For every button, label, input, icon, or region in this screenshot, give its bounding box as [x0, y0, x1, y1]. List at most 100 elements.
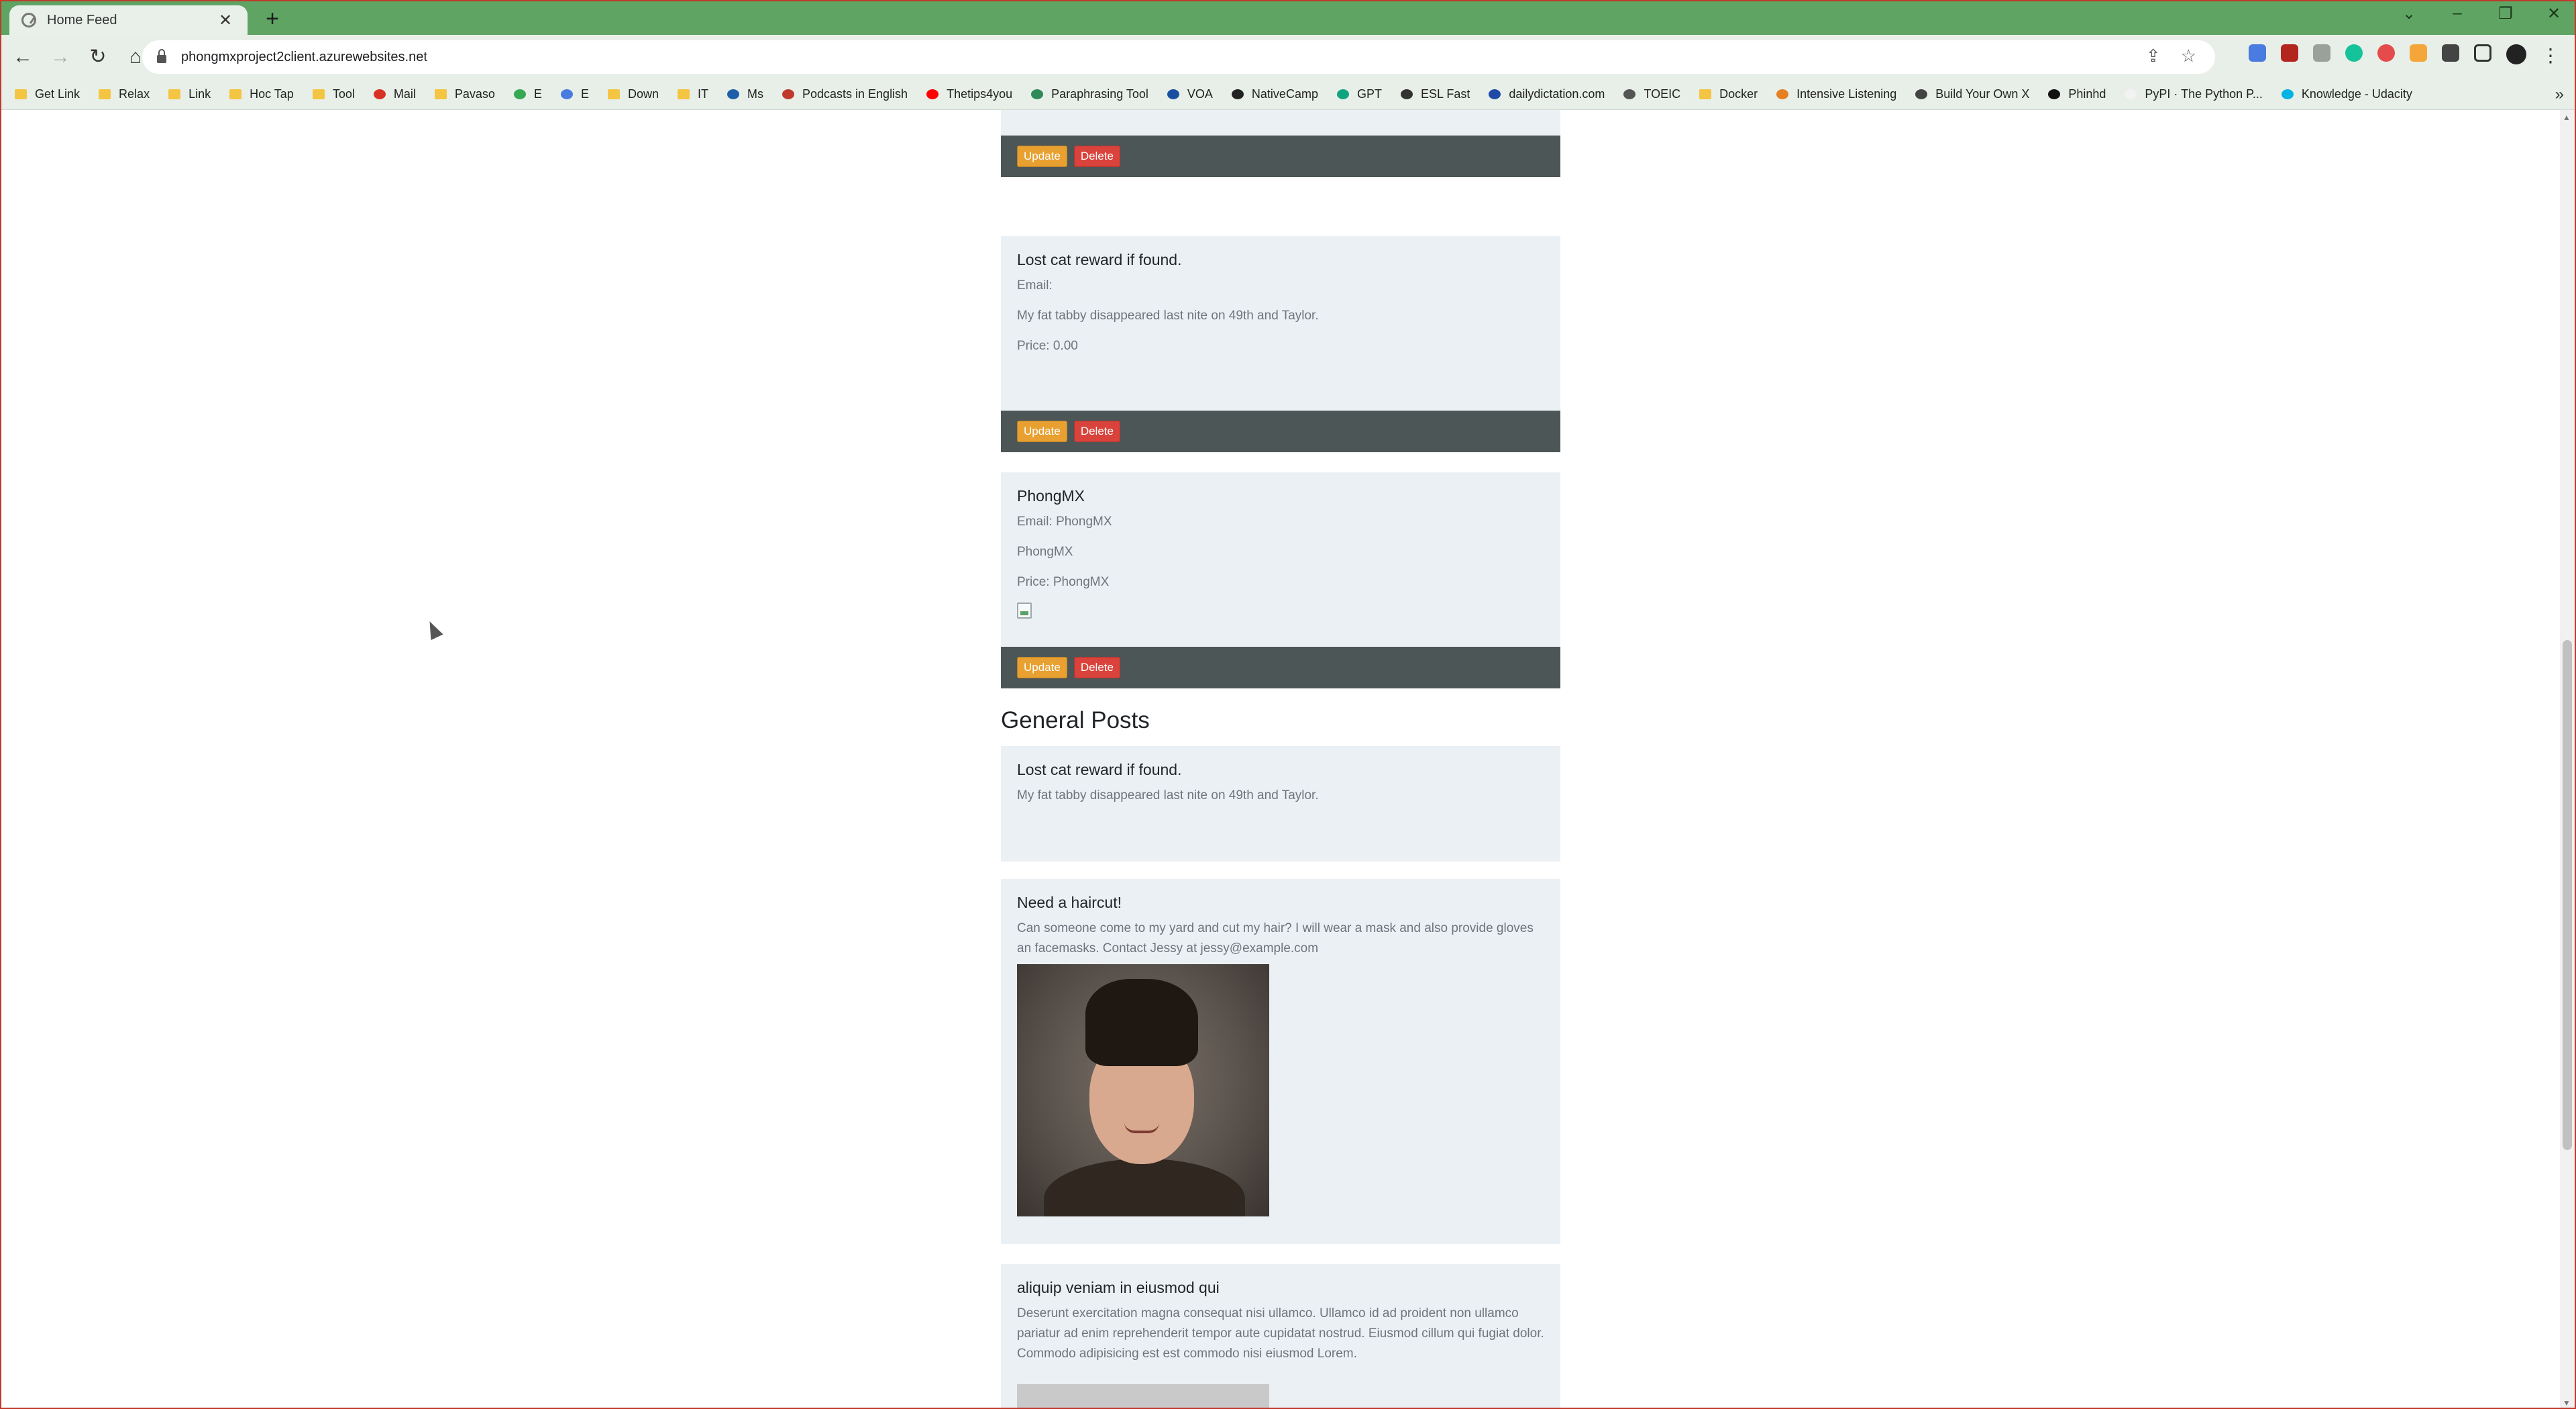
post-price: Price: 0.00 — [1017, 110, 1544, 115]
bookmark-item[interactable]: Docker — [1699, 87, 1758, 101]
bookmark-item[interactable]: Intensive Listening — [1776, 87, 1896, 101]
update-button[interactable]: Update — [1017, 421, 1067, 442]
bookmark-label: Intensive Listening — [1796, 87, 1897, 101]
bookmark-label: Down — [627, 87, 659, 101]
bookmark-item[interactable]: Phinhd — [2048, 87, 2106, 101]
forward-button[interactable]: → — [44, 41, 76, 73]
bookmark-item[interactable]: Thetips4you — [926, 87, 1012, 101]
bookmarks-overflow-icon[interactable]: » — [2555, 85, 2564, 104]
scroll-up-icon[interactable]: ▲ — [2563, 113, 2571, 122]
chevron-down-icon[interactable]: ⌄ — [2399, 4, 2419, 23]
scrollbar-thumb[interactable] — [2563, 640, 2572, 1150]
new-tab-button[interactable]: + — [259, 5, 286, 32]
bookmark-item[interactable]: Pavaso — [434, 87, 495, 101]
share-icon[interactable]: ⇪ — [2146, 46, 2161, 66]
bookmark-item[interactable]: Ms — [727, 87, 763, 101]
post-card-footer: Update Delete — [1001, 411, 1560, 452]
bookmark-item[interactable]: dailydictation.com — [1489, 87, 1605, 101]
delete-button[interactable]: Delete — [1073, 421, 1120, 442]
post-title: aliquip veniam in eiusmod qui — [1017, 1279, 1220, 1296]
tab-title: Home Feed — [47, 12, 117, 28]
sidebar-icon[interactable] — [2474, 44, 2491, 62]
globe-icon — [1400, 89, 1413, 99]
update-button[interactable]: Update — [1017, 657, 1067, 678]
bookmark-label: PyPI · The Python P... — [2145, 87, 2263, 101]
folder-icon — [99, 89, 111, 99]
bookmark-label: Tool — [332, 87, 355, 101]
tab-home-feed[interactable]: Home Feed ✕ — [9, 5, 248, 35]
ublock-extension-icon[interactable] — [2281, 44, 2298, 62]
extension-icon[interactable] — [2313, 44, 2330, 62]
avatar[interactable] — [2506, 44, 2526, 64]
bookmark-item[interactable]: E — [513, 87, 542, 101]
bookmark-label: TOEIC — [1644, 87, 1681, 101]
lock-icon[interactable] — [157, 49, 166, 63]
minimize-button[interactable]: – — [2447, 4, 2467, 23]
close-icon[interactable]: ✕ — [215, 11, 235, 30]
puzzle-icon[interactable] — [2442, 44, 2459, 62]
post-title: Need a haircut! — [1017, 894, 1122, 911]
window-close-button[interactable]: ✕ — [2544, 4, 2564, 23]
extension-icon[interactable] — [2410, 44, 2427, 62]
color-extension-icon[interactable] — [2377, 44, 2395, 62]
address-bar[interactable]: phongmxproject2client.azurewebsites.net … — [142, 40, 2215, 74]
bookmark-item[interactable]: NativeCamp — [1231, 87, 1318, 101]
post-card: Lost cat reward if found. Email: My fat … — [1001, 236, 1560, 452]
post-email: Email: — [1017, 278, 1053, 293]
menu-icon[interactable]: ⋮ — [2541, 44, 2560, 66]
cloud-icon — [560, 89, 573, 99]
page-scrollbar[interactable]: ▲ ▼ — [2560, 110, 2575, 1408]
bookmark-item[interactable]: Podcasts in English — [782, 87, 908, 101]
update-button[interactable]: Update — [1017, 146, 1067, 167]
translate-extension-icon[interactable] — [2249, 44, 2266, 62]
bookmark-item[interactable]: Link — [168, 87, 211, 101]
delete-button[interactable]: Delete — [1073, 657, 1120, 678]
bookmark-item[interactable]: Down — [607, 87, 659, 101]
bookmarks-bar: Get Link Relax Link Hoc Tap Tool Mail Pavaso E E… — [1, 79, 2575, 110]
post-body: Deserunt exercitation magna consequat ni… — [1017, 1306, 1544, 1361]
link-icon — [1623, 89, 1636, 99]
voa-icon — [1167, 89, 1179, 99]
ph-icon — [2048, 89, 2061, 99]
post-title: Lost cat reward if found. — [1017, 761, 1182, 778]
bookmark-item[interactable]: Get Link — [15, 87, 80, 101]
bookmark-item[interactable]: TOEIC — [1623, 87, 1680, 101]
bookmark-item[interactable]: VOA — [1167, 87, 1213, 101]
post-title: PhongMX — [1017, 487, 1085, 505]
bookmark-item[interactable]: Paraphrasing Tool — [1031, 87, 1148, 101]
ms-icon — [727, 89, 739, 99]
back-button[interactable]: ← — [7, 41, 39, 73]
bookmark-label: E — [533, 87, 542, 101]
bookmark-item[interactable]: Tool — [312, 87, 355, 101]
folder-icon — [677, 89, 690, 99]
browser-toolbar: ← → ↻ ⌂ phongmxproject2client.azurewebsi… — [1, 35, 2575, 79]
bookmark-item[interactable]: GPT — [1336, 87, 1382, 101]
url-text: phongmxproject2client.azurewebsites.net — [181, 49, 427, 64]
folder-icon — [168, 89, 181, 99]
grammarly-extension-icon[interactable] — [2345, 44, 2363, 62]
bookmark-item[interactable]: PyPI · The Python P... — [2125, 87, 2263, 101]
delete-button[interactable]: Delete — [1073, 146, 1120, 167]
general-post-card: Lost cat reward if found. My fat tabby d… — [1001, 746, 1560, 862]
bookmark-label: Ms — [747, 87, 763, 101]
reload-button[interactable]: ↻ — [82, 41, 114, 73]
bookmark-item[interactable]: Mail — [373, 87, 416, 101]
quill-icon — [1031, 89, 1044, 99]
bookmark-item[interactable]: Hoc Tap — [229, 87, 294, 101]
bookmark-item[interactable]: IT — [677, 87, 708, 101]
bookmark-item[interactable]: Build Your Own X — [1915, 87, 2029, 101]
bookmark-label: Hoc Tap — [250, 87, 294, 101]
restore-button[interactable]: ❐ — [2496, 4, 2516, 23]
general-post-card: aliquip veniam in eiusmod qui Deserunt e… — [1001, 1264, 1560, 1408]
post-body: My fat tabby disappeared last nite on 49… — [1017, 788, 1319, 802]
post-price: Price: PhongMX — [1017, 575, 1110, 589]
star-icon[interactable]: ☆ — [2181, 46, 2196, 66]
post-image — [1017, 964, 1269, 1216]
bookmark-item[interactable]: ESL Fast — [1400, 87, 1470, 101]
post-body: PhongMX — [1017, 545, 1073, 559]
bookmark-item[interactable]: Knowledge - Udacity — [2281, 87, 2412, 101]
scroll-down-icon[interactable]: ▼ — [2563, 1398, 2571, 1408]
extensions-area: ⋮ — [2249, 44, 2560, 66]
bookmark-item[interactable]: Relax — [99, 87, 150, 101]
bookmark-item[interactable]: E — [560, 87, 589, 101]
